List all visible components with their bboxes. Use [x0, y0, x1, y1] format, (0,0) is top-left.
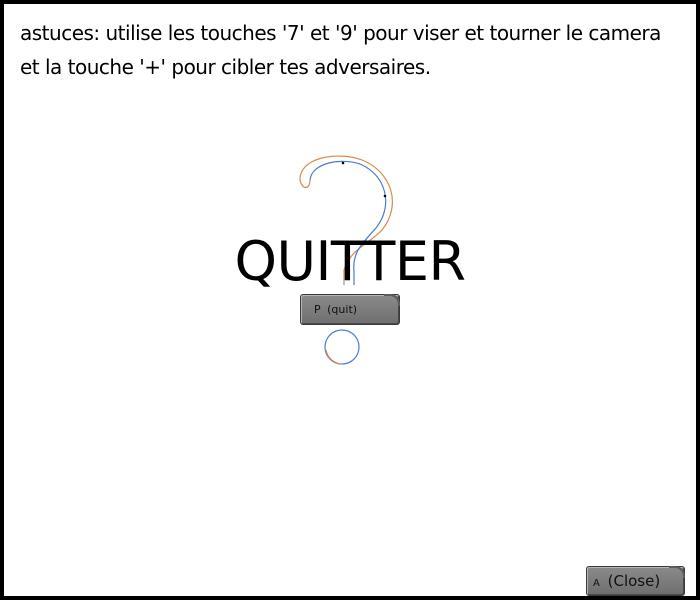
close-button[interactable]: A (Close) — [586, 566, 685, 596]
close-button-label: (Close) — [607, 572, 661, 590]
button-corner-decoration — [669, 566, 685, 578]
quit-button[interactable]: P (quit) — [300, 294, 400, 325]
quit-button-key: P — [314, 303, 321, 316]
close-button-key: A — [593, 578, 600, 589]
quit-button-label: (quit) — [327, 303, 358, 316]
button-corner-decoration — [384, 294, 400, 306]
menu-title: QUITTER — [234, 230, 466, 293]
hint-text: astuces: utilise les touches '7' et '9' … — [20, 21, 661, 79]
